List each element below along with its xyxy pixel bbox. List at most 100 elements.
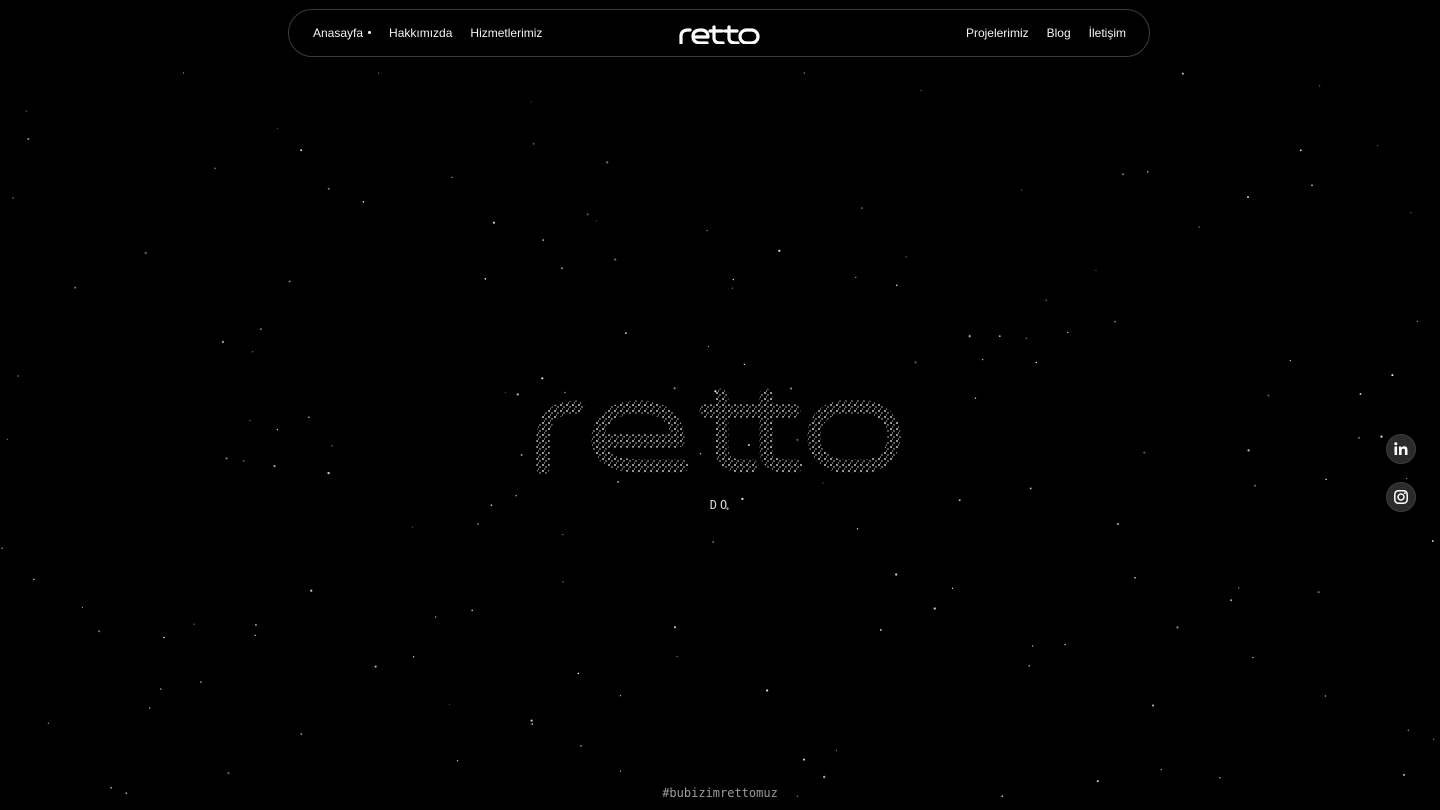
- star: [1432, 738, 1435, 740]
- star: [47, 722, 50, 724]
- star: [1122, 173, 1124, 176]
- star: [732, 278, 734, 281]
- star: [933, 607, 936, 610]
- star: [620, 695, 622, 697]
- star: [310, 589, 313, 592]
- star: [148, 707, 151, 709]
- star: [1358, 437, 1360, 439]
- star: [1230, 599, 1233, 602]
- star: [477, 523, 479, 525]
- star: [562, 533, 564, 536]
- star: [1319, 85, 1321, 87]
- star: [327, 471, 330, 475]
- star: [504, 391, 506, 393]
- star: [1029, 487, 1032, 490]
- nav-link-iletisim[interactable]: İletişim: [1089, 26, 1126, 40]
- star: [515, 495, 517, 497]
- star: [743, 363, 746, 366]
- instagram-button[interactable]: [1386, 482, 1416, 512]
- star: [561, 267, 563, 270]
- star: [254, 634, 257, 637]
- star: [1402, 773, 1406, 777]
- star: [520, 454, 523, 456]
- star: [860, 207, 863, 210]
- star: [1096, 780, 1099, 783]
- star: [1028, 664, 1031, 667]
- star: [542, 239, 544, 241]
- star: [449, 704, 450, 705]
- nav-link-hakkimizda[interactable]: Hakkımızda: [389, 26, 452, 40]
- top-navbar: Anasayfa Hakkımızda Hizmetlerimiz Projel…: [288, 9, 1150, 57]
- star: [1377, 144, 1379, 146]
- linkedin-icon: [1394, 442, 1408, 455]
- star: [532, 143, 535, 145]
- star: [580, 745, 582, 747]
- star: [252, 351, 254, 353]
- star: [327, 187, 330, 190]
- star: [1238, 587, 1240, 589]
- nav-link-label: Anasayfa: [313, 26, 364, 40]
- retto-logo[interactable]: [679, 24, 761, 44]
- footer-hashtag: #bubizimrettomuz: [662, 786, 778, 800]
- star: [484, 278, 487, 280]
- star: [12, 197, 14, 199]
- linkedin-button[interactable]: [1386, 434, 1416, 464]
- star: [823, 775, 826, 779]
- star: [1407, 729, 1409, 731]
- star: [378, 72, 380, 74]
- star: [606, 161, 609, 164]
- star: [1311, 184, 1313, 187]
- star: [300, 733, 303, 735]
- star: [914, 361, 917, 364]
- star: [1143, 451, 1146, 454]
- star: [1324, 695, 1326, 697]
- star: [731, 287, 734, 289]
- star: [586, 213, 589, 216]
- nav-link-hizmetlerimiz[interactable]: Hizmetlerimiz: [470, 26, 542, 40]
- star: [530, 101, 532, 103]
- star: [199, 681, 202, 684]
- star: [144, 251, 147, 255]
- star: [516, 393, 519, 396]
- star: [1146, 171, 1149, 173]
- star: [1176, 626, 1179, 629]
- star: [434, 616, 437, 618]
- star: [227, 772, 230, 775]
- star: [1181, 72, 1184, 75]
- star: [1095, 269, 1097, 272]
- nav-left-group: Anasayfa Hakkımızda Hizmetlerimiz: [313, 10, 560, 56]
- nav-link-anasayfa[interactable]: Anasayfa: [313, 26, 372, 40]
- star: [160, 688, 162, 690]
- star: [822, 482, 824, 484]
- star: [1254, 484, 1256, 487]
- instagram-icon: [1394, 490, 1408, 504]
- star: [896, 284, 898, 287]
- star: [411, 526, 414, 528]
- star: [920, 89, 922, 92]
- star: [1, 547, 3, 549]
- star: [1299, 149, 1302, 152]
- star: [331, 445, 333, 447]
- star: [259, 328, 262, 331]
- nav-link-blog[interactable]: Blog: [1047, 26, 1071, 40]
- star: [1116, 522, 1120, 526]
- star: [712, 540, 715, 543]
- star: [1160, 769, 1162, 771]
- star: [676, 655, 678, 658]
- star: [1431, 540, 1434, 542]
- star: [998, 335, 1001, 337]
- star: [374, 665, 377, 668]
- star: [362, 201, 365, 203]
- star: [300, 149, 303, 152]
- star: [225, 457, 228, 460]
- hero-particle-logo: [536, 388, 901, 475]
- star: [288, 280, 291, 283]
- star: [456, 759, 459, 762]
- star: [617, 481, 619, 483]
- nav-link-projelerimiz[interactable]: Projelerimiz: [966, 26, 1029, 40]
- star: [1198, 226, 1200, 228]
- star: [619, 770, 622, 772]
- star: [1020, 189, 1023, 191]
- star: [25, 110, 27, 112]
- star: [1317, 590, 1320, 594]
